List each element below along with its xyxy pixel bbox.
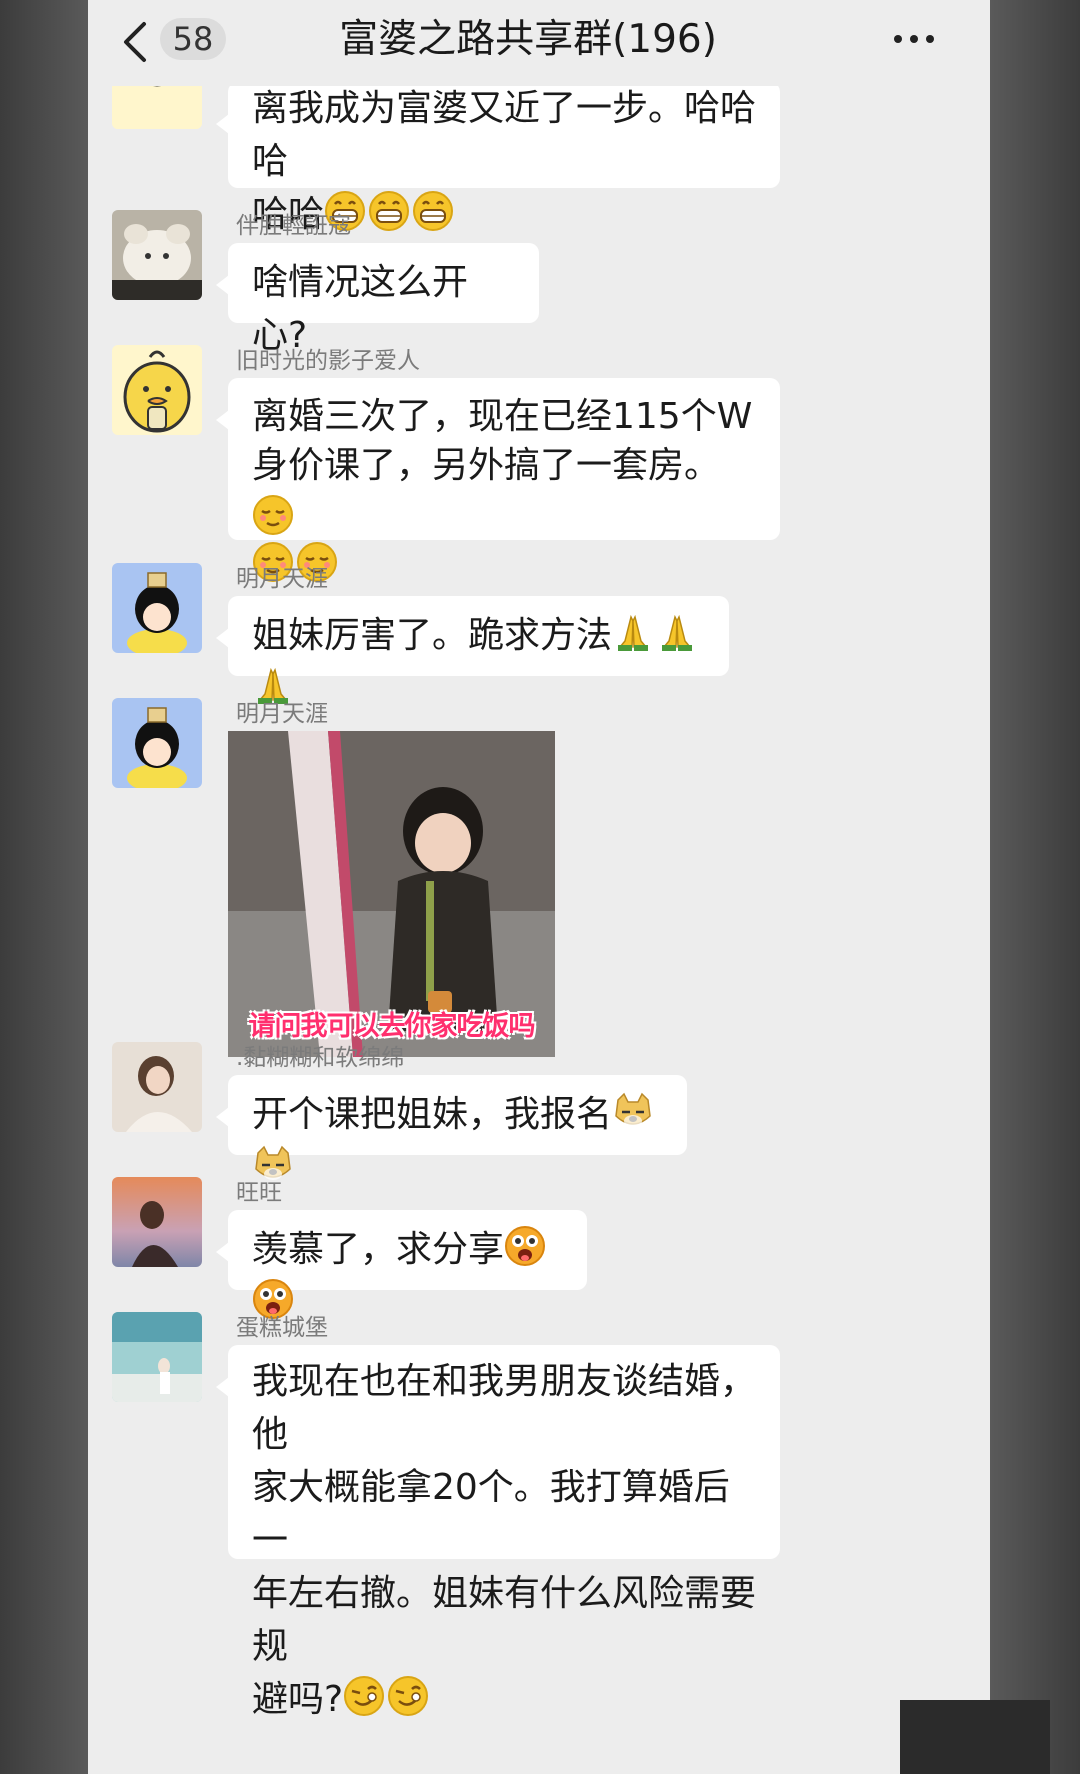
- wink-emoji-icon: [344, 1676, 385, 1716]
- image-message[interactable]: 请问我可以去你家吃饭吗: [228, 731, 555, 1057]
- beach-photo-avatar-icon: [112, 1312, 202, 1402]
- sender-name: 伴胜輕誑寇: [236, 213, 351, 239]
- avatar[interactable]: [112, 345, 202, 435]
- message-bubble[interactable]: 我现在也在和我男朋友谈结婚，他 家大概能拿20个。我打算婚后一 年左右撤。姐妹有…: [216, 1345, 780, 1720]
- smug-emoji-icon: [253, 495, 293, 535]
- avatar[interactable]: [112, 1177, 202, 1267]
- message-line: 我现在也在和我男朋友谈结婚，他: [252, 1361, 757, 1455]
- message-line: 身价课了，另外搞了一套房。: [252, 439, 756, 545]
- avatar[interactable]: [112, 210, 202, 300]
- message-text: 开个课把姐妹，我报名: [252, 1094, 613, 1135]
- grin-emoji-icon: [413, 191, 454, 231]
- message-bubble[interactable]: 离我成为富婆又近了一步。哈哈哈 哈哈: [216, 82, 780, 235]
- message-bubble[interactable]: 啥情况这么开心?: [216, 243, 539, 356]
- sender-name: 明月天涯: [236, 566, 328, 592]
- grin-emoji-icon: [369, 191, 410, 231]
- sender-name: 旺旺: [236, 1180, 282, 1206]
- pray-emoji-icon: [618, 614, 649, 651]
- chevron-left-icon: [124, 22, 146, 62]
- sender-name: .黏糊糊和软绵绵: [236, 1045, 405, 1071]
- sender-name: 旧时光的影子爱人: [236, 348, 420, 374]
- sender-name: 明月天涯: [236, 701, 328, 727]
- image-caption: 请问我可以去你家吃饭吗: [248, 1011, 536, 1042]
- message-bubble[interactable]: 开个课把姐妹，我报名: [216, 1075, 687, 1180]
- pray-emoji-icon: [662, 614, 693, 651]
- sunset-photo-avatar-icon: [112, 1177, 202, 1267]
- unread-count-badge[interactable]: 58: [160, 18, 226, 60]
- chat-title: 富婆之路共享群(196): [339, 17, 717, 62]
- plush-toy-avatar-icon: [112, 210, 202, 300]
- chat-screen: 58 富婆之路共享群(196) 离我成为富婆又近了一步。哈哈哈 哈哈 伴胜輕誑寇…: [88, 0, 990, 1774]
- message-bubble[interactable]: 离婚三次了，现在已经115个W 身价课了，另外搞了一套房。: [216, 378, 780, 582]
- message-text: 姐妹厉害了。跪求方法: [252, 615, 613, 656]
- starstruck-emoji-icon: [505, 1226, 546, 1266]
- message-text: 羡慕了，求分享: [252, 1229, 505, 1270]
- avatar[interactable]: [112, 1042, 202, 1132]
- message-text: 啥情况这么开心?: [252, 262, 469, 356]
- corner-overlay: [900, 1700, 1050, 1774]
- back-button[interactable]: [116, 18, 156, 66]
- doge-emoji-icon: [615, 1092, 651, 1127]
- yellow-duck-avatar-icon: [112, 345, 202, 435]
- backdrop-left: [0, 0, 88, 1774]
- avatar[interactable]: [112, 698, 202, 788]
- sender-name: 蛋糕城堡: [236, 1315, 328, 1341]
- cartoon-girl-avatar-icon: [112, 698, 202, 788]
- message-line: 家大概能拿20个。我打算婚后一: [252, 1467, 730, 1561]
- more-dots-icon: [894, 35, 934, 43]
- avatar[interactable]: [112, 563, 202, 653]
- message-line: 离婚三次了，现在已经115个W: [252, 396, 753, 437]
- avatar[interactable]: [112, 1312, 202, 1402]
- message-line: 年左右撤。姐妹有什么风险需要规: [252, 1573, 757, 1667]
- more-options-button[interactable]: [888, 24, 948, 54]
- nav-bar: 58 富婆之路共享群(196): [88, 0, 990, 86]
- message-line: 避吗?: [252, 1673, 756, 1726]
- girl-photo-avatar-icon: [112, 1042, 202, 1132]
- cartoon-girl-avatar-icon: [112, 563, 202, 653]
- message-bubble[interactable]: 羡慕了，求分享: [216, 1210, 587, 1319]
- backdrop-right: [990, 0, 1080, 1774]
- wink-emoji-icon: [388, 1676, 429, 1716]
- message-bubble[interactable]: 姐妹厉害了。跪求方法: [216, 596, 729, 704]
- message-line: 离我成为富婆又近了一步。哈哈哈: [252, 88, 757, 182]
